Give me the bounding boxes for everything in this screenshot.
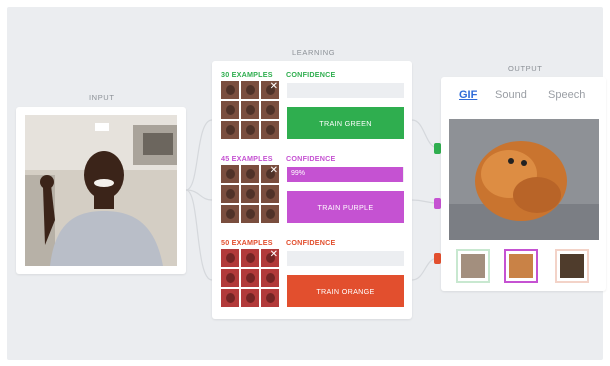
input-title: INPUT xyxy=(89,93,115,102)
output-card: GIF Sound Speech xyxy=(441,77,606,291)
example-thumb xyxy=(261,205,279,223)
output-title: OUTPUT xyxy=(508,64,543,73)
tab-sound[interactable]: Sound xyxy=(495,89,527,101)
example-thumb xyxy=(241,289,259,307)
train-purple-button[interactable]: TRAIN PURPLE xyxy=(287,191,404,223)
tab-gif[interactable]: GIF xyxy=(459,89,477,101)
examples-grid-orange[interactable] xyxy=(221,249,279,307)
example-thumb xyxy=(221,185,239,203)
connector-dot-purple xyxy=(434,198,441,209)
example-thumb xyxy=(221,269,239,287)
examples-count-green: 30 EXAMPLES xyxy=(221,70,273,79)
example-thumb xyxy=(261,121,279,139)
example-thumb-remove[interactable] xyxy=(261,165,279,183)
class-purple: 45 EXAMPLES CONFIDENCE 99% TRAIN PURPLE xyxy=(212,145,412,229)
gif-option-2[interactable] xyxy=(504,249,538,283)
example-thumb xyxy=(221,165,239,183)
class-green: 30 EXAMPLES CONFIDENCE TRAIN GREEN xyxy=(212,61,412,145)
input-card xyxy=(16,107,186,274)
gif-option-1[interactable] xyxy=(456,249,490,283)
example-thumb xyxy=(241,185,259,203)
example-thumb-remove[interactable] xyxy=(261,81,279,99)
examples-count-purple: 45 EXAMPLES xyxy=(221,154,273,163)
confidence-label-purple: CONFIDENCE xyxy=(286,154,336,163)
gif-option-3[interactable] xyxy=(555,249,589,283)
confidence-bar-orange xyxy=(287,251,404,266)
example-thumb xyxy=(241,269,259,287)
connector-dot-orange xyxy=(434,253,441,264)
webcam-feed xyxy=(25,115,177,266)
confidence-value-purple: 99% xyxy=(291,170,306,177)
example-thumb xyxy=(221,121,239,139)
example-thumb-remove[interactable] xyxy=(261,249,279,267)
example-thumb xyxy=(221,81,239,99)
example-thumb xyxy=(221,289,239,307)
confidence-bar-green xyxy=(287,83,404,98)
example-thumb xyxy=(221,249,239,267)
example-thumb xyxy=(261,269,279,287)
example-thumb xyxy=(241,165,259,183)
example-thumb xyxy=(261,101,279,119)
confidence-label-green: CONFIDENCE xyxy=(286,70,336,79)
examples-grid-green[interactable] xyxy=(221,81,279,139)
train-green-button[interactable]: TRAIN GREEN xyxy=(287,107,404,139)
example-thumb xyxy=(261,289,279,307)
examples-grid-purple[interactable] xyxy=(221,165,279,223)
example-thumb xyxy=(241,249,259,267)
example-thumb xyxy=(241,81,259,99)
learning-card: 30 EXAMPLES CONFIDENCE TRAIN GREEN 45 EX… xyxy=(212,61,412,319)
connector-dot-green xyxy=(434,143,441,154)
train-orange-button[interactable]: TRAIN ORANGE xyxy=(287,275,404,307)
confidence-bar-purple: 99% xyxy=(287,167,404,182)
tab-speech[interactable]: Speech xyxy=(548,89,585,101)
example-thumb xyxy=(261,185,279,203)
examples-count-orange: 50 EXAMPLES xyxy=(221,238,273,247)
example-thumb xyxy=(241,121,259,139)
learning-title: LEARNING xyxy=(292,48,336,57)
output-gif-preview xyxy=(449,119,599,240)
example-thumb xyxy=(221,205,239,223)
confidence-label-orange: CONFIDENCE xyxy=(286,238,336,247)
example-thumb xyxy=(241,205,259,223)
class-orange: 50 EXAMPLES CONFIDENCE TRAIN ORANGE xyxy=(212,229,412,313)
output-tabs: GIF Sound Speech xyxy=(441,89,606,105)
example-thumb xyxy=(221,101,239,119)
example-thumb xyxy=(241,101,259,119)
